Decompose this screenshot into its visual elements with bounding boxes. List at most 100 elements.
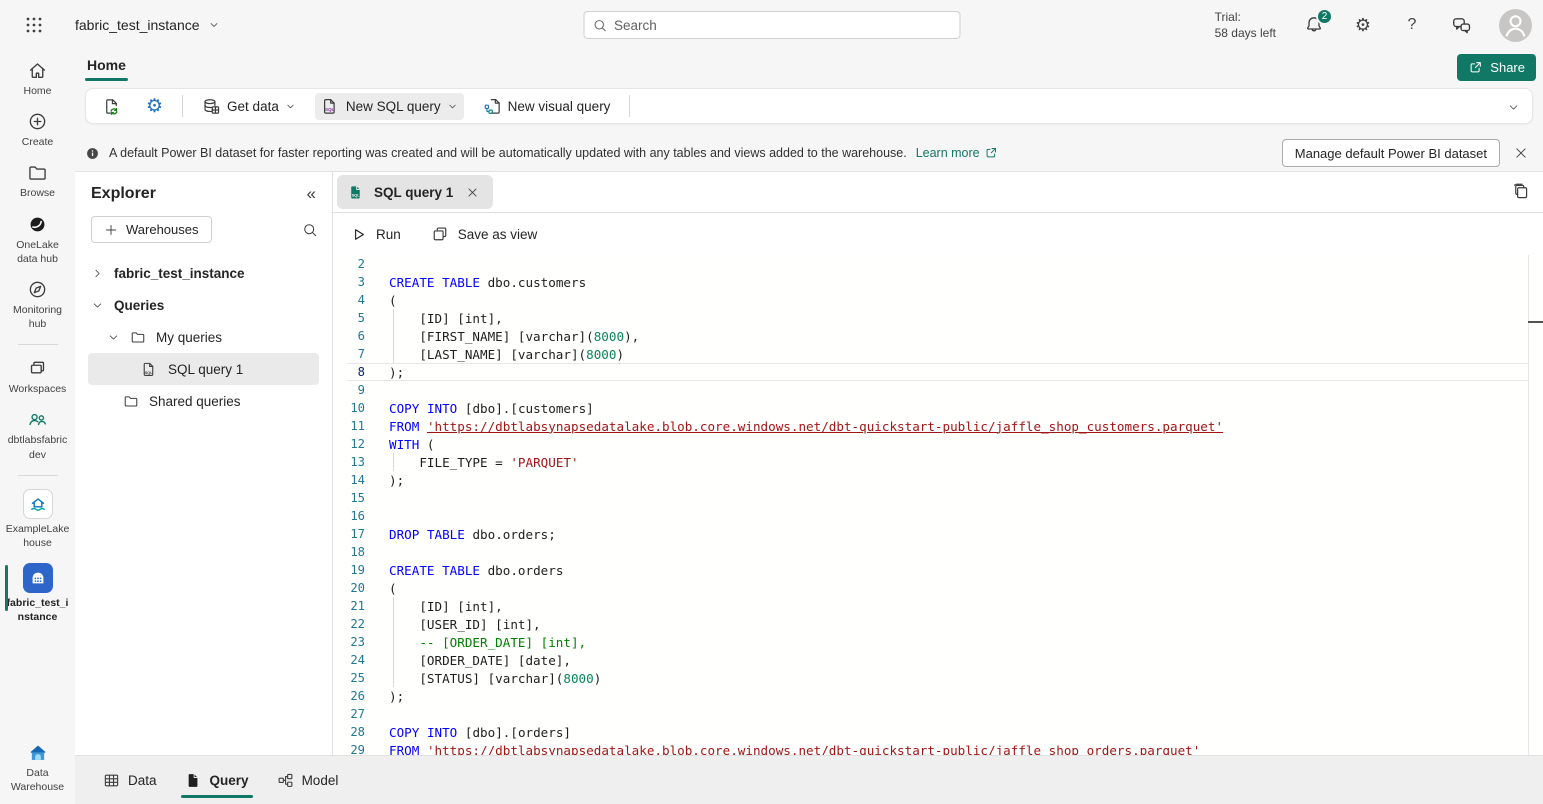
nav-onelake-data-hub[interactable]: OneLake data hub [0, 214, 75, 266]
search-box[interactable] [583, 11, 960, 39]
line-number: 13 [341, 455, 365, 469]
line-number: 26 [341, 689, 365, 703]
manage-dataset-button[interactable]: Manage default Power BI dataset [1282, 139, 1500, 167]
chevron-down-icon [447, 101, 458, 112]
code-line[interactable]: 5 [ID] [int], [333, 309, 1543, 327]
code-line[interactable]: 22 [USER_ID] [int], [333, 615, 1543, 633]
notifications-button[interactable]: 2 [1303, 14, 1325, 36]
nav-item-fabric-test-instance[interactable]: fabric_test_instance [0, 563, 75, 624]
close-query-tab-button[interactable] [462, 182, 482, 202]
waffle-icon [25, 16, 43, 34]
line-number: 27 [341, 707, 365, 721]
code-line[interactable]: 26); [333, 687, 1543, 705]
new-visual-query-button[interactable]: New visual query [477, 93, 617, 120]
tab-data[interactable]: Data [97, 756, 163, 804]
code-line[interactable]: 13 FILE_TYPE = 'PARQUET' [333, 453, 1543, 471]
feedback-button[interactable] [1450, 14, 1472, 36]
refresh-document-icon [102, 97, 121, 116]
nav-workspaces[interactable]: Workspaces [0, 358, 75, 396]
code-line[interactable]: 10COPY INTO [dbo].[customers] [333, 399, 1543, 417]
chevron-right-icon [91, 267, 104, 280]
top-bar: fabric_test_instance Trial: 58 days left… [0, 0, 1543, 50]
banner-message: A default Power BI dataset for faster re… [109, 146, 907, 160]
tab-home[interactable]: Home [85, 53, 128, 77]
query-settings-button[interactable]: ⚙ [140, 93, 169, 120]
code-line[interactable]: 7 [LAST_NAME] [varchar](8000) [333, 345, 1543, 363]
search-input[interactable] [614, 18, 951, 33]
code-line[interactable]: 3CREATE TABLE dbo.customers [333, 273, 1543, 291]
explorer-search-icon[interactable] [302, 222, 318, 238]
new-sql-query-button[interactable]: SQL New SQL query [315, 93, 464, 120]
nav-monitoring-hub[interactable]: Monitoring hub [0, 279, 75, 331]
tree-item-warehouse-root[interactable]: fabric_test_instance [88, 257, 319, 289]
code-line[interactable]: 20( [333, 579, 1543, 597]
code-line[interactable]: 25 [STATUS] [varchar](8000) [333, 669, 1543, 687]
view-switcher-bar: Data Query Model [75, 755, 1543, 804]
line-number: 16 [341, 509, 365, 523]
code-line[interactable]: 8); [333, 363, 1543, 381]
model-icon [277, 772, 294, 789]
banner-close-button[interactable] [1509, 141, 1533, 165]
code-line[interactable]: 28COPY INTO [dbo].[orders] [333, 723, 1543, 741]
collapse-explorer-button[interactable]: « [307, 184, 316, 204]
tree-item-sql-query-1[interactable]: SQL SQL query 1 [88, 353, 319, 385]
code-line[interactable]: 21 [ID] [int], [333, 597, 1543, 615]
code-line[interactable]: 12WITH ( [333, 435, 1543, 453]
learn-more-link[interactable]: Learn more [916, 146, 998, 160]
home-icon [27, 60, 48, 81]
ribbon-divider [629, 95, 630, 117]
copy-button[interactable] [1511, 182, 1530, 201]
sql-document-icon: SQL [321, 97, 340, 116]
tab-query[interactable]: Query [179, 756, 255, 804]
explorer-panel: Explorer « Warehouses fabric_test_instan… [75, 172, 333, 755]
code-line[interactable]: 29FROM 'https://dbtlabsynapsedatalake.bl… [333, 741, 1543, 755]
editor-scrollbar-mark [1528, 321, 1543, 323]
tab-model[interactable]: Model [271, 756, 345, 804]
code-line[interactable]: 11FROM 'https://dbtlabsynapsedatalake.bl… [333, 417, 1543, 435]
chevron-down-icon [107, 331, 120, 344]
info-banner: A default Power BI dataset for faster re… [75, 135, 1543, 172]
add-warehouses-button[interactable]: Warehouses [91, 216, 212, 243]
code-line[interactable]: 27 [333, 705, 1543, 723]
code-line[interactable]: 9 [333, 381, 1543, 399]
get-data-button[interactable]: Get data [196, 93, 302, 120]
compass-icon [27, 279, 48, 300]
app-launcher-button[interactable] [20, 11, 48, 39]
refresh-button[interactable] [96, 93, 127, 120]
nav-data-warehouse[interactable]: Data Warehouse [0, 741, 75, 794]
workspace-switcher[interactable]: fabric_test_instance [75, 0, 220, 50]
plus-icon [104, 223, 118, 237]
account-avatar[interactable] [1499, 9, 1532, 42]
nav-home[interactable]: Home [0, 60, 75, 98]
code-line[interactable]: 23 -- [ORDER_DATE] [int], [333, 633, 1543, 651]
query-tab-sql-query-1[interactable]: SQL SQL query 1 [337, 175, 493, 209]
nav-item-examplelakehouse[interactable]: ExampleLakehouse [0, 489, 75, 550]
run-button[interactable]: Run [350, 226, 401, 243]
tree-item-shared-queries[interactable]: Shared queries [88, 385, 319, 417]
nav-create[interactable]: Create [0, 111, 75, 149]
settings-button[interactable]: ⚙ [1352, 14, 1374, 36]
code-line[interactable]: 16 [333, 507, 1543, 525]
nav-browse[interactable]: Browse [0, 162, 75, 200]
code-line[interactable]: 4( [333, 291, 1543, 309]
line-number: 4 [341, 293, 365, 307]
nav-workspace-dbtlabsfabricdev[interactable]: dbtlabsfabricdev [0, 409, 75, 461]
save-as-view-button[interactable]: Save as view [431, 225, 538, 243]
tree-item-queries[interactable]: Queries [88, 289, 319, 321]
code-line[interactable]: 24 [ORDER_DATE] [date], [333, 651, 1543, 669]
line-number: 2 [341, 257, 365, 271]
sql-editor[interactable]: 2 3CREATE TABLE dbo.customers4(5 [ID] [in… [333, 255, 1543, 755]
tree-item-my-queries[interactable]: My queries [88, 321, 319, 353]
code-line[interactable]: 14); [333, 471, 1543, 489]
code-line[interactable]: 19CREATE TABLE dbo.orders [333, 561, 1543, 579]
code-line[interactable]: 6 [FIRST_NAME] [varchar](8000), [333, 327, 1543, 345]
collapse-ribbon-button[interactable] [1507, 101, 1520, 114]
code-line[interactable]: 17DROP TABLE dbo.orders; [333, 525, 1543, 543]
code-line[interactable]: 18 [333, 543, 1543, 561]
share-button[interactable]: Share [1457, 54, 1536, 81]
help-button[interactable]: ? [1401, 14, 1423, 36]
code-line[interactable]: 2 [333, 255, 1543, 273]
code-line[interactable]: 15 [333, 489, 1543, 507]
query-document-icon [185, 772, 202, 789]
editor-scrollbar-track[interactable] [1528, 255, 1529, 755]
